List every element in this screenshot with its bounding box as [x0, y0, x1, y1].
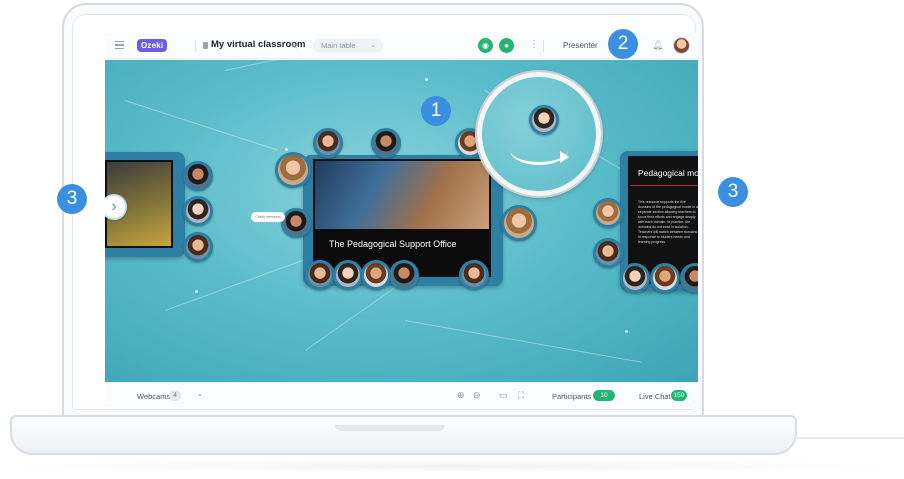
table-select-value: Main table	[321, 41, 356, 50]
edit-icon[interactable]: ✎	[291, 42, 298, 51]
table-select[interactable]: Main table ⌄	[313, 39, 383, 53]
callout-badge: 3	[57, 184, 87, 214]
webcams-label[interactable]: Webcams	[137, 392, 170, 401]
laptop-notch	[335, 425, 445, 431]
participant-avatar[interactable]	[620, 263, 650, 293]
network-line	[124, 100, 278, 151]
participant-avatar[interactable]	[361, 260, 391, 290]
presenter-button[interactable]: Presenter	[563, 41, 598, 50]
chevron-down-icon[interactable]: ⌄	[197, 390, 203, 398]
zoom-magnifier	[477, 72, 601, 196]
livechat-count: 150	[671, 390, 687, 401]
app-screen: Ozeki My virtual classroom ✎ Main table …	[105, 33, 698, 407]
participant-avatar[interactable]	[593, 198, 623, 228]
surface-line	[797, 437, 904, 439]
participant-avatar[interactable]	[183, 196, 213, 226]
chevron-down-icon: ⌄	[370, 42, 376, 49]
divider	[195, 40, 196, 52]
participant-avatar[interactable]	[275, 152, 311, 188]
tooltip: Check members	[251, 212, 285, 222]
mic-icon[interactable]: ●	[499, 38, 514, 53]
network-dot	[195, 290, 198, 293]
slide-title: Pedagogical mode	[630, 158, 698, 186]
participant-avatar[interactable]	[593, 238, 623, 268]
more-icon[interactable]: ⋮	[529, 39, 539, 50]
screen-icon[interactable]: ▭	[499, 390, 508, 401]
participant-avatar[interactable]	[183, 232, 213, 262]
network-line	[404, 320, 642, 363]
network-dot	[625, 330, 628, 333]
laptop-base	[10, 415, 797, 455]
location-icon[interactable]: ◉	[478, 38, 493, 53]
divider	[543, 40, 544, 52]
webcams-count: 4	[169, 390, 181, 401]
marketing-illustration: Ozeki My virtual classroom ✎ Main table …	[0, 0, 904, 479]
lock-icon	[203, 42, 208, 49]
arrow-head-icon	[560, 151, 569, 163]
participant-avatar[interactable]	[333, 260, 363, 290]
participant-avatar[interactable]	[371, 128, 401, 158]
menu-icon[interactable]	[115, 41, 124, 49]
participant-avatar[interactable]	[281, 208, 311, 238]
participants-count: 10	[593, 390, 615, 401]
network-line	[225, 60, 421, 71]
virtual-room-canvas[interactable]: › The Pedagogical Support Office Check m…	[105, 60, 698, 382]
livechat-label[interactable]: Live Chat	[639, 392, 671, 401]
app-logo[interactable]: Ozeki	[137, 39, 168, 52]
participant-avatar	[529, 105, 559, 135]
slide-text: This resource supports the five domains …	[638, 200, 698, 244]
participant-avatar[interactable]	[501, 205, 537, 241]
callout-badge: 1	[421, 96, 451, 126]
zoom-out-icon[interactable]: ⊖	[473, 390, 481, 401]
participants-label[interactable]: Participants	[552, 392, 591, 401]
callout-badge: 3	[718, 177, 748, 207]
laptop-shadow	[0, 460, 904, 472]
participant-avatar[interactable]	[389, 260, 419, 290]
participant-avatar[interactable]	[313, 128, 343, 158]
callout-badge: 2	[608, 29, 638, 59]
network-dot	[425, 78, 428, 81]
zoom-in-icon[interactable]: ⊕	[457, 390, 465, 401]
bottom-toolbar: Webcams 4 ⌄ ⊕ ⊖ ▭ ⛶ Participants 10 Live…	[105, 382, 698, 407]
user-avatar[interactable]	[673, 37, 690, 54]
participant-avatar[interactable]	[305, 260, 335, 290]
participant-avatar[interactable]	[459, 260, 489, 290]
participant-avatar[interactable]	[183, 161, 213, 191]
network-dot	[285, 148, 288, 151]
shared-video	[315, 161, 489, 230]
fullscreen-icon[interactable]: ⛶	[518, 390, 524, 401]
bell-icon[interactable]: 🔔︎	[652, 40, 663, 51]
participant-avatar[interactable]	[650, 263, 680, 293]
